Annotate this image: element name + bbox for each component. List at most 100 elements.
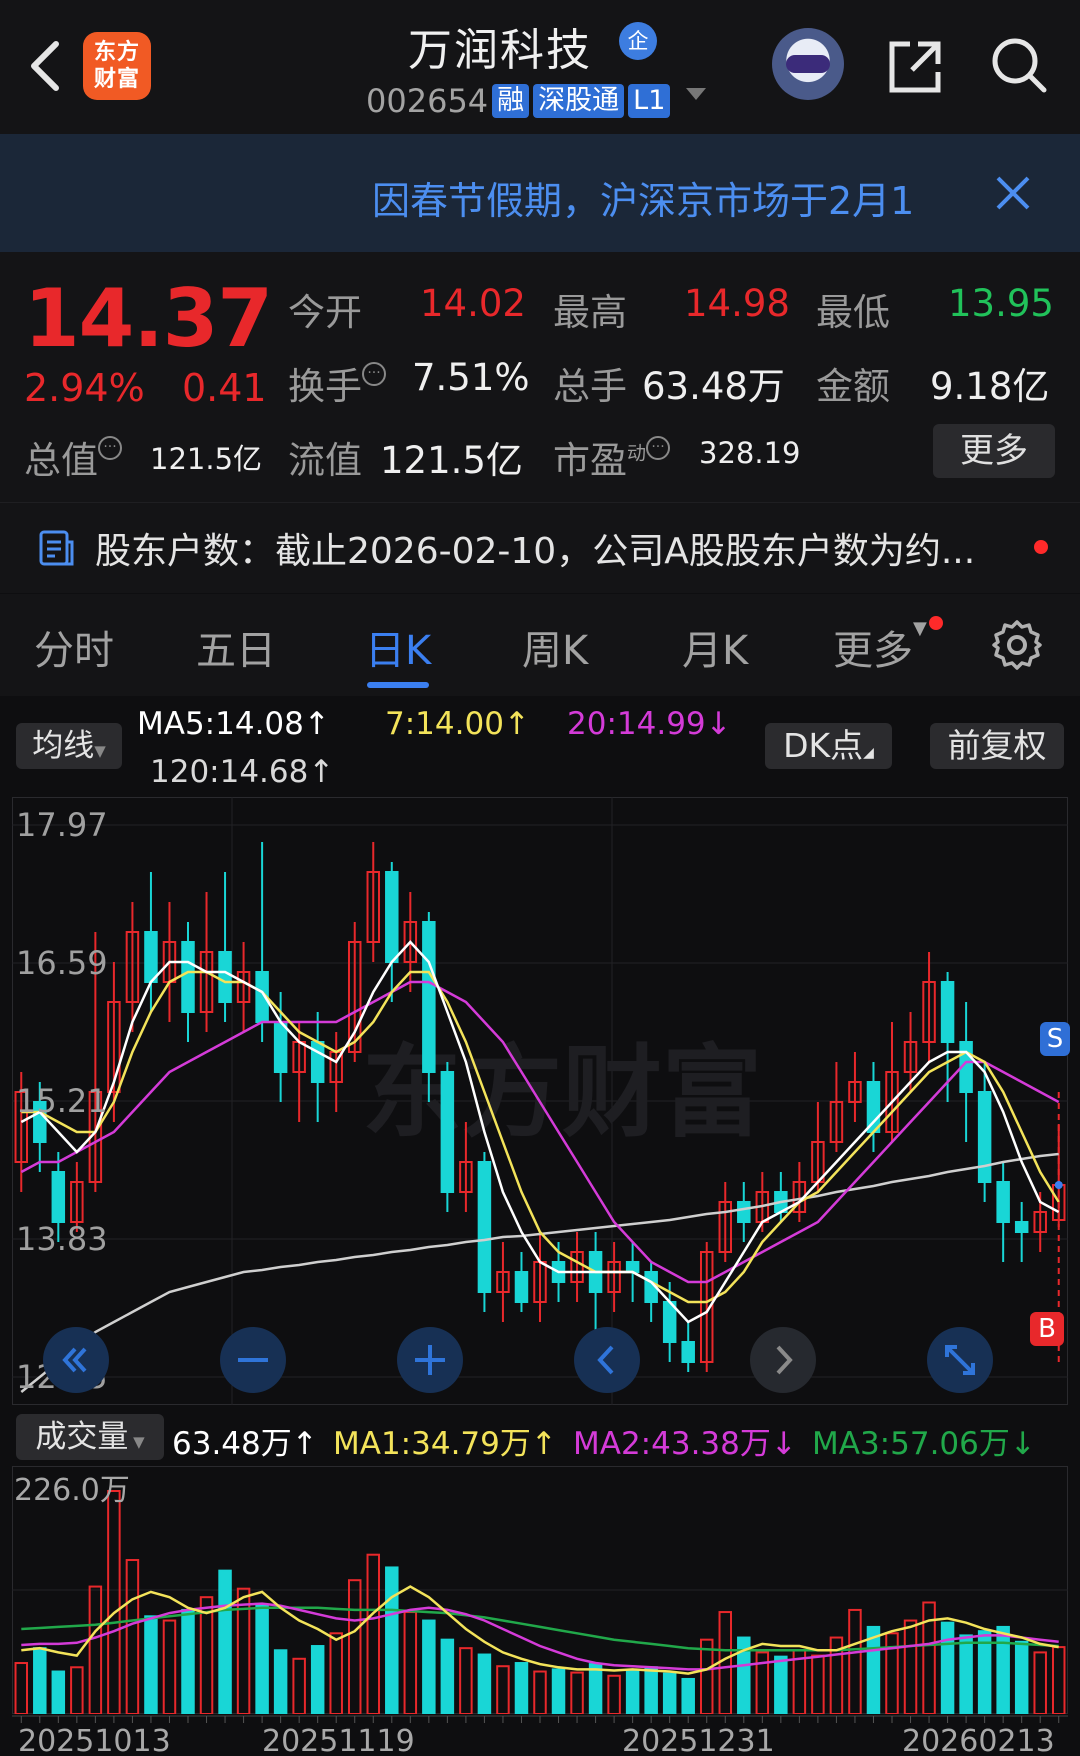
volume-chart[interactable]: 226.0万 bbox=[12, 1466, 1068, 1714]
volume-bar bbox=[33, 1647, 47, 1714]
volume-bar bbox=[181, 1608, 195, 1714]
tab-weekly-k[interactable]: 周K bbox=[522, 618, 588, 676]
tab-more[interactable]: 更多▼ bbox=[833, 618, 927, 676]
turnover-label: 换手 ··· bbox=[288, 356, 386, 410]
candle-body bbox=[218, 951, 232, 1003]
tab-more-label: 更多 bbox=[833, 628, 913, 674]
caret-icon: ▼ bbox=[128, 1433, 145, 1451]
volume-bar bbox=[347, 1579, 362, 1714]
scroll-right-button[interactable] bbox=[750, 1327, 816, 1393]
ma-selector[interactable]: 均线▼ bbox=[16, 723, 122, 769]
volume-bar bbox=[625, 1669, 640, 1714]
volume-bar bbox=[514, 1662, 529, 1714]
notice-text[interactable]: 因春节假期，沪深京市场于2月1 bbox=[372, 170, 952, 225]
share-icon[interactable] bbox=[884, 36, 946, 98]
date-label-4: 20260213 bbox=[902, 1724, 1055, 1756]
candle-body bbox=[1014, 1221, 1029, 1233]
mktcap-value: 121.5亿 bbox=[150, 442, 263, 476]
volume-bar bbox=[385, 1566, 399, 1714]
volume-indicator-selector[interactable]: 成交量 ▼ bbox=[16, 1414, 164, 1460]
tab-monthly-k[interactable]: 月K bbox=[682, 618, 748, 676]
minus-icon bbox=[238, 1358, 268, 1362]
ma20-legend: 20:14.99↓ bbox=[567, 706, 732, 742]
buy-signal-badge[interactable]: B bbox=[1030, 1312, 1064, 1346]
volume-bar bbox=[199, 1596, 214, 1714]
search-icon[interactable] bbox=[988, 34, 1050, 96]
watermark: 东方财富 bbox=[362, 1037, 762, 1149]
date-label-1: 20251013 bbox=[18, 1724, 171, 1756]
ma120-text: 120:14.68 bbox=[150, 754, 309, 790]
volume-bar bbox=[70, 1666, 84, 1714]
ma20-text: 20:14.99 bbox=[567, 706, 706, 742]
volume-value: 63.48万 bbox=[642, 365, 785, 408]
change-amount: 0.41 bbox=[182, 366, 267, 410]
volume-bar bbox=[681, 1677, 695, 1714]
stock-code-line[interactable]: 002654 融深股通 L1 bbox=[366, 82, 671, 120]
back-icon[interactable] bbox=[22, 36, 72, 96]
ma7-text: 7:14.00 bbox=[385, 706, 504, 742]
volume-bar bbox=[440, 1638, 455, 1714]
volume-bar bbox=[718, 1611, 733, 1714]
tab-daily-k[interactable]: 日K bbox=[365, 618, 431, 676]
expand-icon bbox=[945, 1345, 975, 1375]
candlestick-chart[interactable]: 东方财富 17.9716.5915.2113.8312.45 bbox=[12, 797, 1068, 1405]
fullscreen-button[interactable] bbox=[927, 1327, 993, 1393]
more-quote-button[interactable]: 更多 bbox=[933, 424, 1055, 478]
unread-dot bbox=[1034, 540, 1048, 554]
volume-bar bbox=[14, 1662, 29, 1714]
last-price-dot bbox=[1054, 1181, 1063, 1189]
tab-five-day[interactable]: 五日 bbox=[196, 618, 276, 676]
ma5-text: MA5:14.08 bbox=[137, 706, 304, 742]
candle-body bbox=[866, 1081, 881, 1133]
pe-value: 328.19 bbox=[699, 436, 801, 470]
shareholder-text[interactable]: 股东户数：截止2026-02-10，公司A股股东户数为约... bbox=[95, 522, 975, 574]
volume-bar bbox=[551, 1668, 566, 1714]
volume-bar bbox=[496, 1665, 510, 1714]
volume-bar bbox=[885, 1632, 899, 1714]
volume-bar bbox=[774, 1655, 788, 1714]
zoom-in-button[interactable] bbox=[397, 1327, 463, 1393]
mktcap-label: 总值 ··· bbox=[24, 430, 122, 484]
volume-bar bbox=[403, 1611, 418, 1714]
stock-code: 002654 bbox=[366, 82, 489, 120]
volume-bar bbox=[310, 1645, 325, 1714]
volume-bar bbox=[1033, 1651, 1047, 1714]
adjust-button[interactable]: 前复权 bbox=[930, 723, 1064, 769]
info-icon[interactable]: ··· bbox=[362, 362, 386, 386]
volume-bar bbox=[848, 1608, 862, 1714]
dk-point-button[interactable]: DK点◢ bbox=[765, 723, 892, 769]
candle-body bbox=[477, 1161, 492, 1293]
chevron-down-icon[interactable] bbox=[686, 88, 706, 100]
date-label-3: 20251231 bbox=[622, 1724, 775, 1756]
candle-body bbox=[681, 1341, 695, 1363]
last-price: 14.37 bbox=[24, 272, 273, 365]
info-icon[interactable]: ··· bbox=[98, 436, 122, 460]
candle-body bbox=[625, 1261, 640, 1273]
volume-bar bbox=[422, 1619, 436, 1714]
caret-icon: ▼ bbox=[94, 742, 106, 760]
amount-label: 金额 bbox=[816, 365, 890, 408]
scroll-left-button[interactable] bbox=[574, 1327, 640, 1393]
volume-bar bbox=[588, 1663, 603, 1714]
ma5-legend: MA5:14.08↑ bbox=[137, 706, 330, 742]
document-icon bbox=[39, 530, 74, 566]
scroll-to-start-button[interactable] bbox=[43, 1327, 109, 1393]
open-label: 今开 bbox=[288, 291, 362, 334]
candle-body bbox=[144, 931, 158, 983]
info-icon[interactable]: ··· bbox=[646, 436, 671, 460]
high-label: 最高 bbox=[553, 291, 627, 334]
volume-bar bbox=[607, 1674, 621, 1714]
candle-body bbox=[51, 1171, 66, 1223]
sell-signal-badge[interactable]: S bbox=[1040, 1022, 1070, 1056]
zoom-out-button[interactable] bbox=[220, 1327, 286, 1393]
volume-text: 63.48万 bbox=[172, 1426, 292, 1462]
volume-bar bbox=[570, 1671, 584, 1714]
amount-value: 9.18亿 bbox=[930, 365, 1050, 408]
gear-icon[interactable] bbox=[990, 618, 1044, 672]
vol-ma1-text: MA1:34.79万 bbox=[333, 1426, 531, 1462]
candle-body bbox=[940, 981, 955, 1043]
tab-timeshare[interactable]: 分时 bbox=[34, 618, 114, 676]
volume-bar bbox=[477, 1653, 492, 1714]
close-icon[interactable] bbox=[990, 170, 1036, 216]
float-value: 121.5亿 bbox=[380, 439, 523, 482]
